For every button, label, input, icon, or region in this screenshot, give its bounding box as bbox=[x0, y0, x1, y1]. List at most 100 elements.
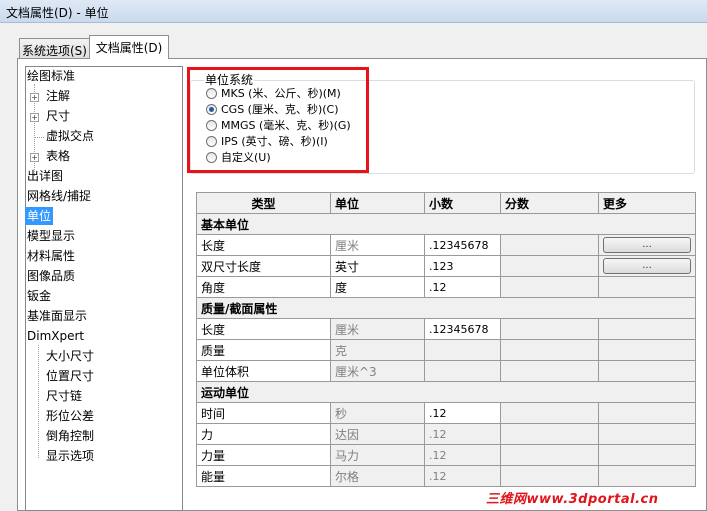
tree-item-tables[interactable]: 表格 bbox=[46, 147, 70, 165]
tree-connector bbox=[38, 345, 39, 458]
unit-cell: 克 bbox=[330, 339, 425, 361]
radio-mks[interactable]: MKS (米、公斤、秒)(M) bbox=[206, 87, 341, 103]
fraction-cell bbox=[500, 339, 599, 361]
fraction-cell bbox=[500, 402, 599, 424]
column-header-type: 类型 bbox=[196, 192, 331, 214]
radio-ips[interactable]: IPS (英寸、磅、秒)(I) bbox=[206, 135, 328, 151]
row-type: 力 bbox=[196, 423, 331, 445]
section-title-motion-units: 运动单位 bbox=[196, 381, 696, 403]
table-row: 力 达因 .12 bbox=[196, 423, 696, 445]
tree-item-size-dimension[interactable]: 大小尺寸 bbox=[46, 347, 94, 365]
unit-select[interactable]: 英寸 bbox=[330, 255, 425, 277]
tree-item-grid-snap[interactable]: 网格线/捕捉 bbox=[27, 187, 91, 205]
row-type: 时间 bbox=[196, 402, 331, 424]
radio-button-icon[interactable] bbox=[206, 120, 217, 131]
radio-mmgs[interactable]: MMGS (毫米、克、秒)(G) bbox=[206, 119, 351, 135]
more-cell bbox=[598, 276, 696, 298]
column-header-fractions: 分数 bbox=[500, 192, 599, 214]
tree-item-geometric-tolerance[interactable]: 形位公差 bbox=[46, 407, 94, 425]
fraction-cell bbox=[500, 234, 599, 256]
tree-item-plane-display[interactable]: 基准面显示 bbox=[27, 307, 87, 325]
column-header-more: 更多 bbox=[598, 192, 696, 214]
unit-select[interactable]: 度 bbox=[330, 276, 425, 298]
radio-cgs[interactable]: CGS (厘米、克、秒)(C) bbox=[206, 103, 339, 119]
more-cell bbox=[598, 423, 696, 445]
unit-system-title: 单位系统 bbox=[204, 71, 255, 88]
column-header-decimals: 小数 bbox=[424, 192, 501, 214]
table-header-row: 类型 单位 小数 分数 更多 bbox=[196, 192, 696, 214]
title-bar: 文档属性(D) - 单位 bbox=[0, 0, 707, 23]
unit-select[interactable]: 厘米 bbox=[330, 234, 425, 256]
tree-item-material-properties[interactable]: 材料属性 bbox=[27, 247, 75, 265]
row-type: 能量 bbox=[196, 465, 331, 487]
decimal-select[interactable]: .12345678 bbox=[424, 234, 501, 256]
decimal-cell: .12 bbox=[424, 465, 501, 487]
more-cell bbox=[598, 339, 696, 361]
row-type: 角度 bbox=[196, 276, 331, 298]
more-button[interactable]: ... bbox=[603, 258, 691, 274]
more-cell bbox=[598, 360, 696, 382]
table-row: 角度 度 .12 bbox=[196, 276, 696, 298]
tree-item-model-display[interactable]: 模型显示 bbox=[27, 227, 75, 245]
unit-cell: 达因 bbox=[330, 423, 425, 445]
decimal-select[interactable]: .12 bbox=[424, 276, 501, 298]
watermark: 三维网www.3dportal.cn bbox=[486, 492, 659, 507]
decimal-select[interactable]: .12 bbox=[424, 402, 501, 424]
tree-connector bbox=[34, 137, 44, 138]
fraction-cell bbox=[500, 255, 599, 277]
radio-custom[interactable]: 自定义(U) bbox=[206, 151, 271, 167]
more-cell bbox=[598, 402, 696, 424]
decimal-select[interactable]: .12345678 bbox=[424, 318, 501, 340]
row-type: 长度 bbox=[196, 234, 331, 256]
fraction-cell bbox=[500, 360, 599, 382]
row-type: 单位体积 bbox=[196, 360, 331, 382]
unit-cell: 秒 bbox=[330, 402, 425, 424]
fraction-cell bbox=[500, 465, 599, 487]
tree-item-detailing[interactable]: 出详图 bbox=[27, 167, 63, 185]
more-cell bbox=[598, 444, 696, 466]
unit-cell: 厘米^3 bbox=[330, 360, 425, 382]
tree-item-units[interactable]: 单位 bbox=[25, 207, 54, 225]
more-cell: ... bbox=[598, 234, 696, 256]
expand-annotations-icon[interactable]: + bbox=[30, 93, 39, 102]
section-row: 运动单位 bbox=[196, 381, 696, 403]
decimal-select[interactable]: .123 bbox=[424, 255, 501, 277]
more-button[interactable]: ... bbox=[603, 237, 691, 253]
tree-item-drafting-standard[interactable]: 绘图标准 bbox=[27, 67, 75, 85]
table-row: 力量 马力 .12 bbox=[196, 444, 696, 466]
tree-item-chain-dimension[interactable]: 尺寸链 bbox=[46, 387, 82, 405]
tree-item-display-options[interactable]: 显示选项 bbox=[46, 447, 94, 465]
tree-item-chamfer-controls[interactable]: 倒角控制 bbox=[46, 427, 94, 445]
section-title-mass-properties: 质量/截面属性 bbox=[196, 297, 696, 319]
expand-dimensions-icon[interactable]: + bbox=[30, 113, 39, 122]
table-row: 时间 秒 .12 bbox=[196, 402, 696, 424]
radio-button-selected-icon[interactable] bbox=[206, 104, 217, 115]
radio-button-icon[interactable] bbox=[206, 88, 217, 99]
radio-button-icon[interactable] bbox=[206, 136, 217, 147]
tree-item-sheet-metal[interactable]: 钣金 bbox=[27, 287, 51, 305]
tree-item-virtual-sharps[interactable]: 虚拟交点 bbox=[46, 127, 94, 145]
tree-item-dimxpert[interactable]: DimXpert bbox=[27, 327, 84, 345]
fraction-cell bbox=[500, 444, 599, 466]
table-row: 能量 尔格 .12 bbox=[196, 465, 696, 487]
tab-document-properties[interactable]: 文档属性(D) bbox=[89, 35, 169, 59]
more-cell bbox=[598, 318, 696, 340]
tree-item-dimensions[interactable]: 尺寸 bbox=[46, 107, 70, 125]
column-header-unit: 单位 bbox=[330, 192, 425, 214]
tree-item-location-dimension[interactable]: 位置尺寸 bbox=[46, 367, 94, 385]
section-title-basic-units: 基本单位 bbox=[196, 213, 696, 235]
row-type: 质量 bbox=[196, 339, 331, 361]
radio-button-icon[interactable] bbox=[206, 152, 217, 163]
section-row: 质量/截面属性 bbox=[196, 297, 696, 319]
decimal-cell: .12 bbox=[424, 444, 501, 466]
tree-item-image-quality[interactable]: 图像品质 bbox=[27, 267, 75, 285]
tab-system-options[interactable]: 系统选项(S) bbox=[19, 38, 90, 58]
radio-label: IPS (英寸、磅、秒)(I) bbox=[221, 135, 328, 148]
radio-label: MKS (米、公斤、秒)(M) bbox=[221, 87, 341, 100]
unit-cell: 尔格 bbox=[330, 465, 425, 487]
section-row: 基本单位 bbox=[196, 213, 696, 235]
tree-item-annotations[interactable]: 注解 bbox=[46, 87, 70, 105]
unit-cell: 厘米 bbox=[330, 318, 425, 340]
expand-tables-icon[interactable]: + bbox=[30, 153, 39, 162]
radio-label: MMGS (毫米、克、秒)(G) bbox=[221, 119, 351, 132]
